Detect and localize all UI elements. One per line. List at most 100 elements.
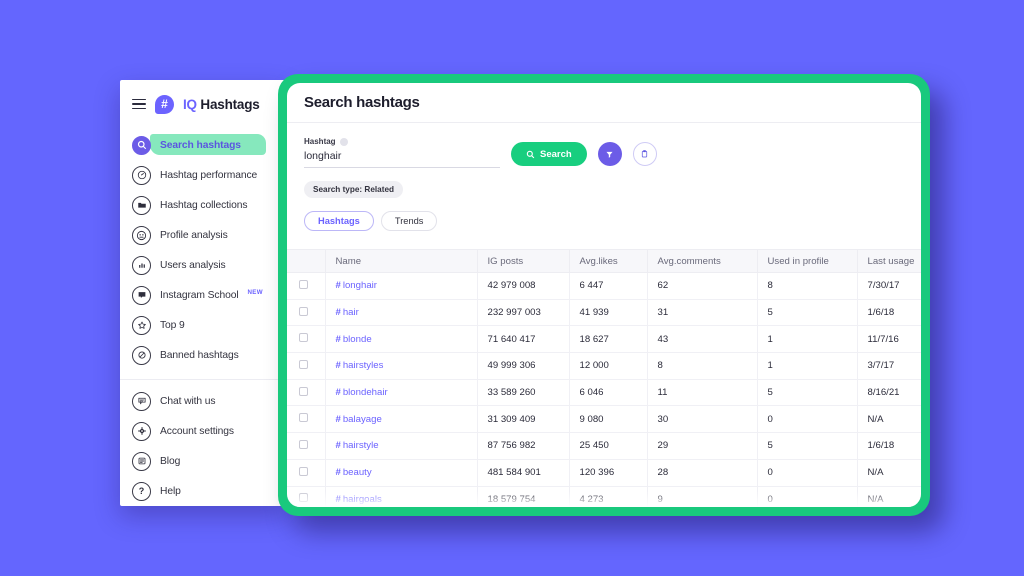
row-checkbox[interactable] [299,386,308,396]
results-table: Name IG posts Avg.likes Avg.comments Use… [287,249,921,507]
sidebar-item-top-9[interactable]: Top 9 [120,310,286,340]
row-name-cell[interactable]: # blondehair [325,379,478,407]
info-icon[interactable] [339,137,348,146]
table-row[interactable]: # beauty 481 584 901 120 396 28 0 N/A [287,459,921,487]
row-avg-comments: 62 [647,272,758,300]
primary-nav: Search hashtags Hashtag performance Hash… [120,118,286,506]
row-checkbox[interactable] [299,359,308,369]
gear-icon [132,421,151,441]
search-input[interactable]: longhair [304,150,500,168]
row-checkbox-cell[interactable] [287,379,326,407]
sidebar-item-search-hashtags[interactable]: Search hashtags [120,130,286,160]
tab-trends[interactable]: Trends [380,211,438,231]
hashtag-link[interactable]: # blonde [336,334,372,345]
results-table-wrap[interactable]: Name IG posts Avg.likes Avg.comments Use… [287,249,921,507]
row-checkbox-cell[interactable] [287,325,326,354]
row-checkbox[interactable] [299,306,308,316]
sidebar-item-label: Hashtag collections [160,199,248,211]
clipboard-icon [642,150,648,158]
article-icon [132,451,151,471]
row-name-cell[interactable]: # blonde [325,325,478,354]
col-used-in-profile[interactable]: Used in profile [757,249,858,273]
hashtag-link[interactable]: # hairstyles [336,360,384,371]
filter-button[interactable] [597,142,622,166]
row-checkbox-cell[interactable] [287,272,326,300]
sidebar-item-users-analysis[interactable]: Users analysis [120,250,286,280]
row-avg-comments: 28 [647,459,758,487]
row-checkbox[interactable] [299,466,308,476]
row-checkbox[interactable] [299,493,308,503]
row-name-cell[interactable]: # hairstyles [325,352,478,380]
hashtag-link[interactable]: # blondehair [336,387,388,398]
hashtag-link[interactable]: # beauty [336,467,372,478]
row-name-cell[interactable]: # hair [325,299,478,327]
row-used-in-profile: 8 [757,272,858,300]
row-avg-comments: 11 [647,379,758,407]
sidebar-item-help[interactable]: ? Help [120,476,286,506]
table-body: # longhair 42 979 008 6 447 62 8 7/30/17 # hair 2… [287,272,921,507]
hamburger-menu-icon[interactable] [132,98,146,110]
hashtag-link[interactable]: # longhair [336,280,377,291]
hashtag-link[interactable]: # hairstyle [336,440,379,451]
col-name[interactable]: Name [325,249,478,273]
sidebar-item-banned-hashtags[interactable]: Banned hashtags [120,340,286,370]
row-checkbox-cell[interactable] [287,432,326,460]
row-checkbox-cell[interactable] [287,299,326,327]
row-name-cell[interactable]: # hairstyle [325,432,478,460]
row-name-cell[interactable]: # balayage [325,405,478,434]
row-ig-posts: 49 999 306 [477,352,570,380]
row-last-usage: 7/30/17 [857,272,921,300]
sidebar-item-hashtag-performance[interactable]: Hashtag performance [120,160,286,190]
row-name-cell[interactable]: # hairgoals [325,486,478,507]
col-avg-likes[interactable]: Avg.likes [569,249,648,273]
row-last-usage: N/A [857,459,921,487]
search-icon [526,150,535,158]
sidebar-item-instagram-school[interactable]: Instagram School NEW [120,280,286,310]
table-row[interactable]: # hairstyles 49 999 306 12 000 8 1 3/7/17 [287,352,921,380]
row-checkbox-cell[interactable] [287,486,326,507]
tab-hashtags[interactable]: Hashtags [304,211,374,231]
sidebar-item-label: Hashtag performance [160,169,258,181]
col-avg-comments[interactable]: Avg.comments [647,249,758,273]
row-last-usage: 8/16/21 [857,379,921,407]
table-head: Name IG posts Avg.likes Avg.comments Use… [287,249,921,273]
row-avg-comments: 9 [647,486,758,507]
row-avg-likes: 41 939 [569,299,648,327]
table-row[interactable]: # longhair 42 979 008 6 447 62 8 7/30/17 [287,272,921,300]
search-form: Hashtag longhair Search [287,123,921,168]
row-checkbox[interactable] [299,333,308,343]
table-row[interactable]: # hairstyle 87 756 982 25 450 29 5 1/6/18 [287,432,921,460]
col-ig-posts[interactable]: IG posts [477,249,570,273]
result-tabs: Hashtags Trends [287,198,921,241]
sidebar-item-blog[interactable]: Blog [120,446,286,476]
banned-icon [132,345,151,365]
table-row[interactable]: # blonde 71 640 417 18 627 43 1 11/7/16 [287,325,921,354]
sidebar-item-label: Banned hashtags [160,349,239,361]
row-ig-posts: 87 756 982 [477,432,570,460]
search-button[interactable]: Search [511,142,587,166]
table-row[interactable]: # hair 232 997 003 41 939 31 5 1/6/18 [287,299,921,327]
sidebar-item-account-settings[interactable]: Account settings [120,416,286,446]
row-avg-likes: 12 000 [569,352,648,380]
sidebar-item-hashtag-collections[interactable]: Hashtag collections [120,190,286,220]
col-last-usage[interactable]: Last usage [857,249,921,273]
hashtag-link[interactable]: # hair [336,307,359,318]
hashtag-link[interactable]: # hairgoals [336,494,382,505]
row-checkbox[interactable] [299,439,308,449]
table-row[interactable]: # balayage 31 309 409 9 080 30 0 N/A [287,405,921,434]
row-name-cell[interactable]: # longhair [325,272,478,300]
row-checkbox[interactable] [299,279,308,289]
save-search-button[interactable] [632,142,657,166]
row-checkbox-cell[interactable] [287,352,326,380]
table-row[interactable]: # blondehair 33 589 260 6 046 11 5 8/16/21 [287,379,921,407]
row-name-cell[interactable]: # beauty [325,459,478,487]
table-row[interactable]: # hairgoals 18 579 754 4 273 9 0 N/A [287,486,921,507]
hashtag-link[interactable]: # balayage [336,414,382,425]
sidebar-item-profile-analysis[interactable]: Profile analysis [120,220,286,250]
row-checkbox[interactable] [299,413,308,423]
sidebar-item-chat-with-us[interactable]: Chat with us [120,386,286,416]
row-checkbox-cell[interactable] [287,405,326,434]
row-checkbox-cell[interactable] [287,459,326,487]
search-type-chip[interactable]: Search type: Related [304,181,403,198]
hashtag-field: Hashtag longhair [304,137,500,168]
